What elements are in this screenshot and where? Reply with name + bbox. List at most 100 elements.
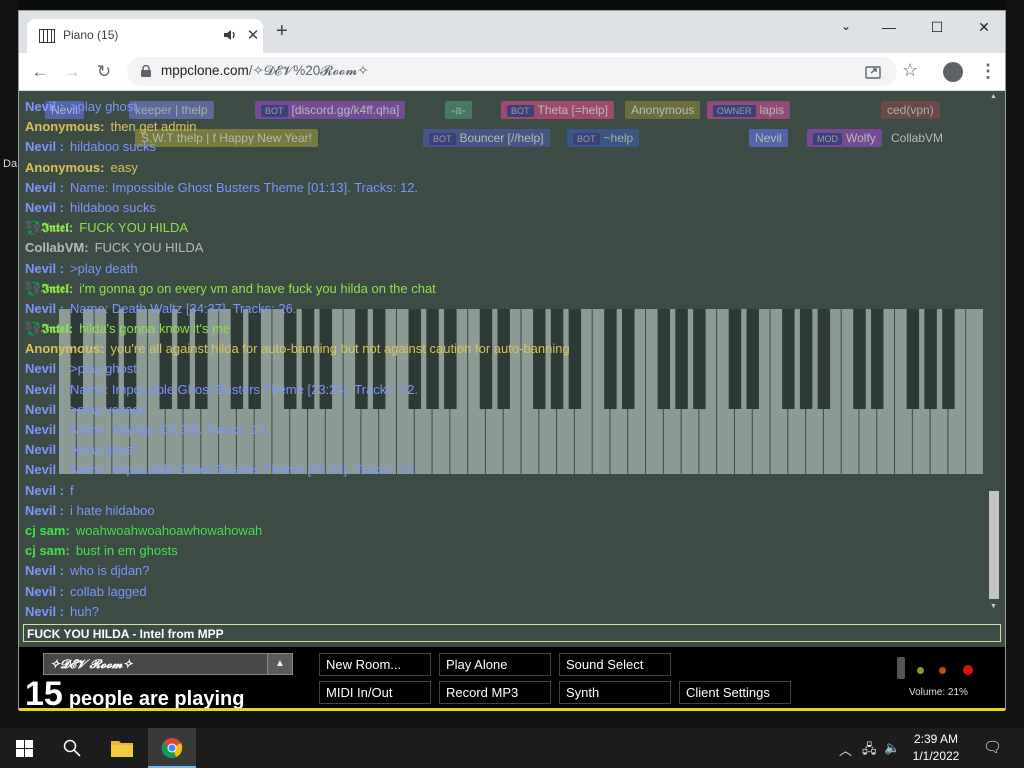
chat-author[interactable]: cj sam: [25,543,70,558]
chrome-menu-icon[interactable]: ⋮ [979,61,997,82]
midi-button[interactable]: MIDI In/Out [319,681,431,704]
room-dropdown-arrow-icon[interactable]: ▲ [267,654,292,674]
close-window-icon[interactable]: ✕ [969,19,999,36]
search-button[interactable] [48,728,96,768]
synth-button[interactable]: Synth [559,681,671,704]
chat-text: Name: Voyage [02:33]. Tracks: 15. [70,422,270,437]
close-tab-icon[interactable]: ✕ [245,26,261,44]
network-icon[interactable]: 🖧 [862,740,877,762]
share-icon[interactable] [865,63,881,79]
lock-icon[interactable] [141,65,151,77]
volume-muted-icon[interactable]: 🔈 [884,740,900,756]
tray-chevron-icon[interactable]: ︿ [839,740,852,759]
chat-author[interactable]: Nevil : [25,301,64,316]
piano-page: Nevil keeper | thelp BOT [discord.gg/k4ff.q… [19,91,1005,711]
chat-text: >play voyage [70,401,147,417]
chat-author[interactable]: Nevil : [25,442,64,457]
chat-author[interactable]: Nevil : [25,462,64,477]
profile-avatar-icon[interactable] [943,62,963,82]
chat-author[interactable]: Nevil : [25,483,64,498]
room-selector[interactable]: ✧𝓓𝓔𝓥 𝓡𝓸𝓸𝓶✧ ▲ [43,653,293,675]
chat-author[interactable]: cj sam: [25,523,70,538]
chat-author[interactable]: Nevil : [25,139,64,154]
player-count-text: people are playing [68,688,245,710]
chat-text: f [70,482,74,498]
play-alone-button[interactable]: Play Alone [439,653,551,676]
chat-input[interactable]: FUCK YOU HILDA - Intel from MPP [23,624,1001,642]
chat-text: hildaboo sucks [70,139,157,155]
minimize-icon[interactable]: — [874,19,904,35]
reload-icon[interactable]: ↻ [93,62,115,82]
chat-author[interactable]: Nevil : [25,503,64,518]
chat-text: hildaboo sucks [70,199,157,215]
browser-window: Piano (15) ✕ + ⌄ — ☐ ✕ ← → ↻ mppclone.co… [18,10,1006,711]
chat-message: Nevil : Name: Impossible Ghost Busters Th… [25,380,985,400]
record-mp3-button[interactable]: Record MP3 [439,681,551,704]
address-bar[interactable]: mppclone.com/✧𝓓𝓔𝓥%20𝓡𝓸𝓸𝓶✧ [127,57,897,86]
maximize-icon[interactable]: ☐ [922,19,952,36]
chat-text: collab lagged [70,583,147,599]
scroll-down-icon[interactable]: ▼ [990,603,997,610]
player-count-number: 15 [25,675,63,711]
chat-author[interactable]: 💱𝕴𝖓𝖙𝖊𝖑: [25,281,73,296]
piano-favicon-icon [39,29,55,43]
chat-author[interactable]: Nevil : [25,563,64,578]
chat-author[interactable]: Nevil : [25,604,64,619]
url-text: mppclone.com/✧𝓓𝓔𝓥%20𝓡𝓸𝓸𝓶✧ [161,63,369,79]
chat-message: Nevil : hildaboo sucks [25,137,985,157]
chat-text: >play ghost [70,361,137,377]
chat-author[interactable]: 💱𝕴𝖓𝖙𝖊𝖑: [25,321,73,336]
back-icon[interactable]: ← [29,62,51,82]
chat-scrollbar[interactable]: ▲ ▼ [987,91,1001,611]
controls-bar: ✧𝓓𝓔𝓥 𝓡𝓸𝓸𝓶✧ ▲ 15 people are playing New Ro… [19,647,1005,711]
chat-author[interactable]: 💱𝕴𝖓𝖙𝖊𝖑: [25,220,73,235]
start-button[interactable] [0,728,48,768]
notification-icon[interactable]: 🗨 [983,738,1002,756]
chat-author[interactable]: Anonymous: [25,341,104,356]
file-explorer-button[interactable] [98,728,146,768]
chat-author[interactable]: Nevil : [25,99,64,114]
chat-author[interactable]: Anonymous: [25,119,104,134]
chrome-taskbar-button[interactable] [148,728,196,768]
chat-text: i hate hildaboo [70,502,155,518]
desktop-icon-fragment: Da [3,158,18,170]
new-tab-icon[interactable]: + [276,21,288,41]
chat-message: cj sam: bust in em ghosts [25,541,985,561]
chat-author[interactable]: CollabVM: [25,240,89,255]
chat-message: Nevil : Name: Death Waltz [34:37]. Tracks… [25,299,985,319]
volume-knob[interactable] [897,657,905,679]
chat-author[interactable]: Nevil : [25,180,64,195]
chat-message: Nevil : collab lagged [25,582,985,602]
chat-message: Nevil : i hate hildaboo [25,501,985,521]
chat-author[interactable]: Nevil : [25,402,64,417]
sound-select-button[interactable]: Sound Select [559,653,671,676]
chat-message: Anonymous: you're all against hilda for a… [25,339,985,359]
chat-author[interactable]: Nevil : [25,261,64,276]
chat-text: huh? [70,603,99,619]
chat-author[interactable]: Anonymous: [25,160,104,175]
browser-tab[interactable]: Piano (15) ✕ [27,19,263,53]
chat-author[interactable]: Nevil : [25,422,64,437]
scroll-up-icon[interactable]: ▲ [990,93,997,100]
chat-author[interactable]: Nevil : [25,382,64,397]
yellow-divider [19,708,1005,711]
bookmark-star-icon[interactable]: ☆ [902,60,918,81]
client-settings-button[interactable]: Client Settings [679,681,791,704]
chrome-icon [161,738,183,758]
scroll-thumb[interactable] [989,491,999,599]
new-room-button[interactable]: New Room... [319,653,431,676]
desktop-right-edge [1006,0,1024,710]
chat-text: hilda's gonna know it's me [79,321,231,337]
player-count: 15 people are playing [25,675,244,711]
chat-message: Nevil : huh? [25,602,985,622]
chat-message: CollabVM: FUCK YOU HILDA [25,238,985,258]
clock-date: 1/1/2022 [912,749,960,763]
speaker-icon[interactable] [223,27,237,43]
chat-author[interactable]: Nevil : [25,361,64,376]
taskbar-clock[interactable]: 2:39 AM 1/1/2022 [905,731,967,765]
chat-message: Nevil : hildaboo sucks [25,198,985,218]
chat-author[interactable]: Nevil : [25,584,64,599]
tab-search-icon[interactable]: ⌄ [831,19,861,33]
forward-icon[interactable]: → [61,62,83,82]
chat-author[interactable]: Nevil : [25,200,64,215]
